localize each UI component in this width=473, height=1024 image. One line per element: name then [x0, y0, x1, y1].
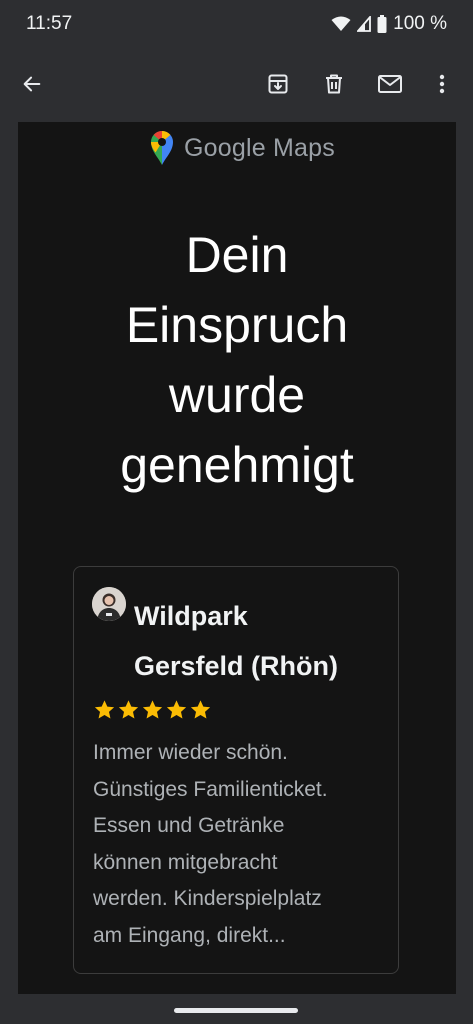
battery-icon [377, 15, 387, 33]
avatar [92, 587, 126, 621]
place-name[interactable]: Wildpark Gersfeld (Rhön) [134, 591, 384, 691]
review-text-line: Essen und Getränke [93, 814, 285, 837]
signal-icon [357, 16, 372, 32]
place-name-line: Wildpark [134, 601, 248, 631]
star-rating [93, 699, 212, 721]
star-icon [166, 700, 187, 719]
headline-line: Dein [185, 227, 289, 283]
review-card[interactable]: Wildpark Gersfeld (Rhön) Immer wieder sc… [73, 566, 399, 974]
review-text-line: Immer wieder schön. [93, 741, 288, 764]
avatar-image [92, 587, 126, 621]
maps-pin-icon [151, 131, 173, 165]
review-text: Immer wieder schön. Günstiges Familienti… [93, 735, 383, 954]
headline-line: Einspruch [125, 297, 349, 353]
place-name-line: Gersfeld (Rhön) [134, 651, 339, 681]
app-bar [0, 52, 473, 116]
more-vert-icon [439, 74, 445, 94]
review-text-line: am Eingang, direkt... [93, 923, 286, 947]
back-button[interactable] [16, 68, 48, 100]
home-indicator[interactable] [174, 1008, 298, 1013]
delete-icon [326, 74, 342, 94]
headline: Dein Einspruch wurde genehmigt [18, 220, 456, 500]
mark-unread-icon [378, 75, 402, 93]
headline-line: wurde [168, 367, 306, 423]
delete-button[interactable] [318, 68, 350, 100]
star-icon [190, 700, 211, 719]
battery-percentage: 100 % [393, 13, 447, 34]
headline-line: genehmigt [120, 437, 354, 493]
review-text-line: werden. Kinderspielplatz [93, 887, 322, 910]
status-time: 11:57 [26, 13, 73, 34]
status-icons: 100 % [331, 13, 447, 35]
more-options-button[interactable] [426, 68, 458, 100]
review-text-line: können mitgebracht [93, 850, 278, 874]
status-bar: 11:57 100 % [0, 0, 473, 48]
back-arrow-icon [23, 76, 41, 92]
wifi-icon [331, 16, 351, 31]
archive-icon [268, 74, 288, 94]
star-icon [142, 700, 163, 719]
star-icon [118, 700, 139, 719]
google-maps-logo: Google Maps [150, 128, 335, 168]
mark-unread-button[interactable] [374, 68, 406, 100]
review-text-line: Günstiges Familienticket. [93, 777, 328, 801]
star-icon [94, 700, 115, 719]
archive-button[interactable] [262, 68, 294, 100]
email-body[interactable]: Google Maps Dein Einspruch wurde genehmi… [18, 122, 456, 994]
maps-logo-text: Google Maps [184, 133, 335, 162]
